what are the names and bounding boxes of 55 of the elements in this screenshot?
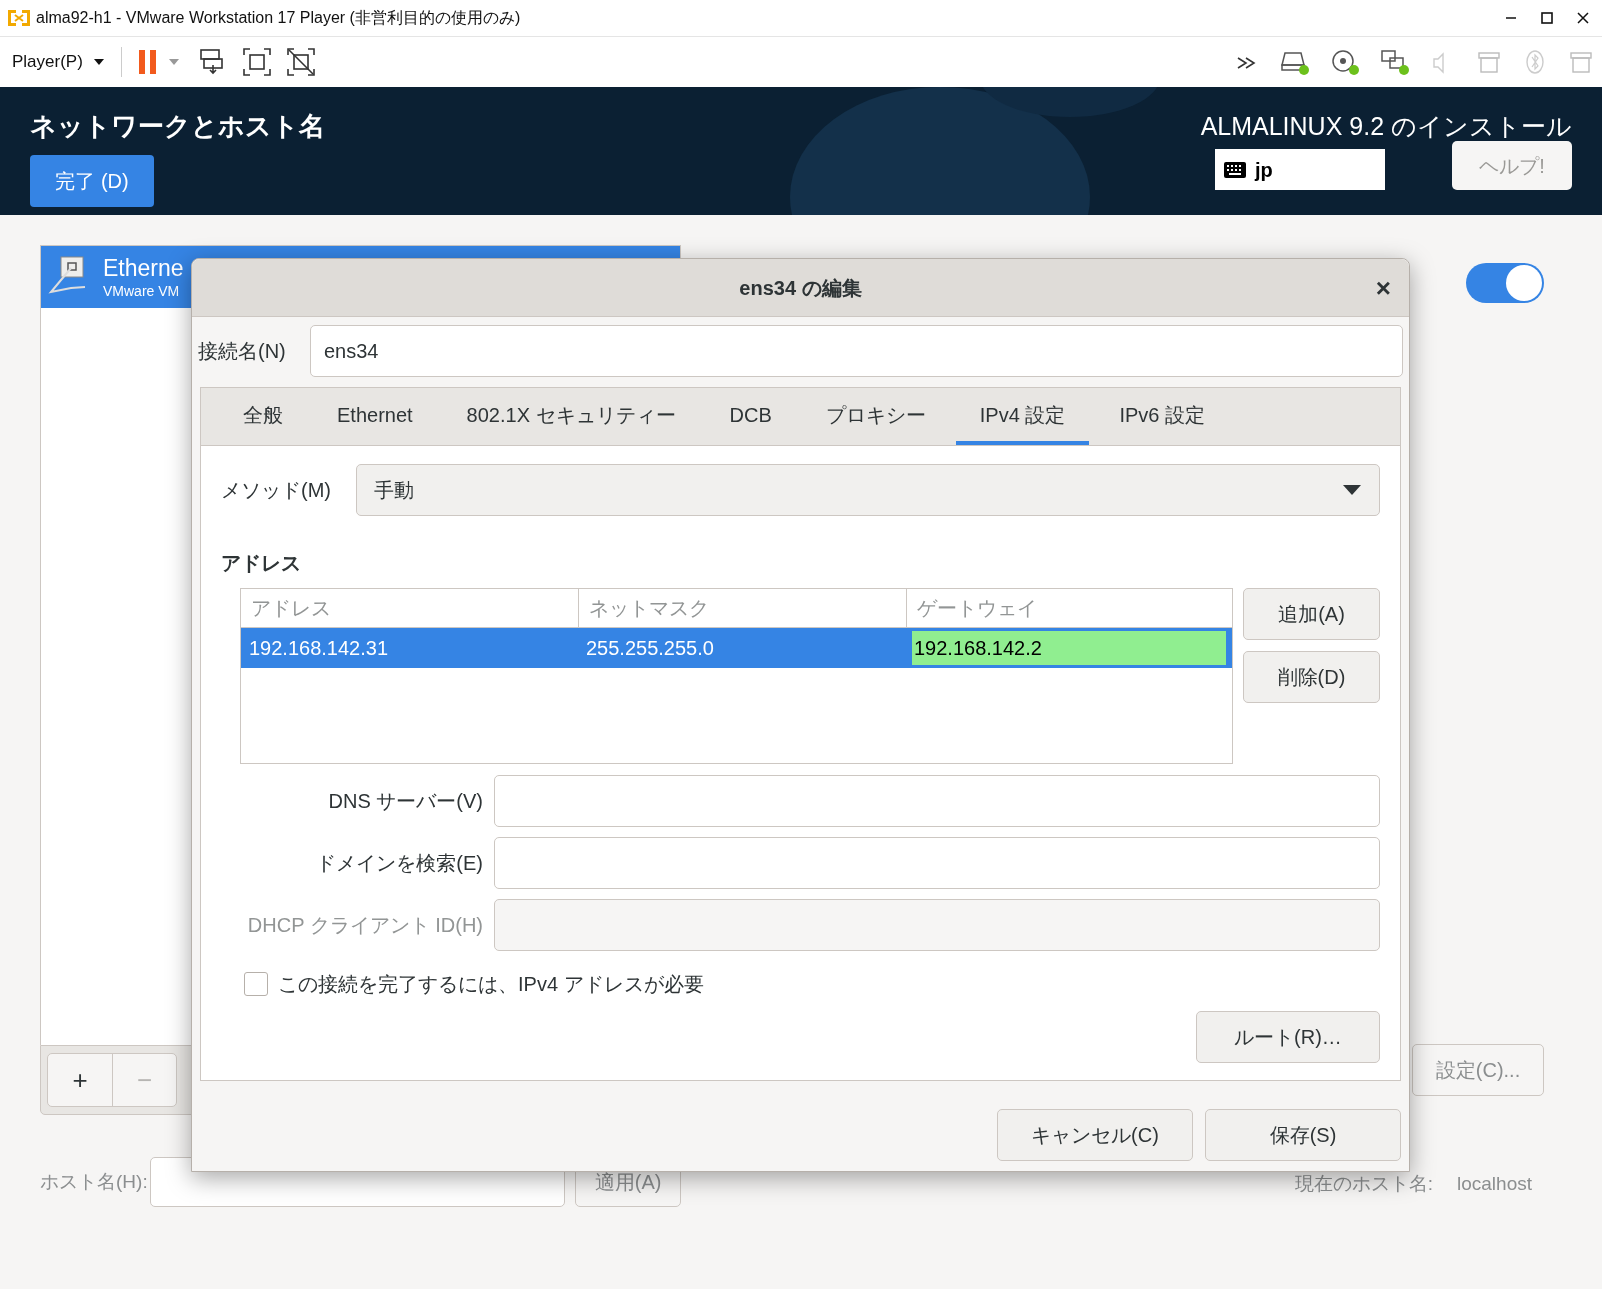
section-heading: アドレス [221, 551, 302, 576]
device-description: VMware VM [103, 283, 181, 298]
tab[interactable]: DCB [705, 388, 796, 445]
done-button[interactable]: 完了 (D) [30, 155, 154, 207]
pause-icon[interactable] [137, 48, 158, 76]
table-cell-text: 255.255.255.0 [585, 636, 715, 661]
field-label: DNS サーバー(V) [327, 789, 484, 814]
product-title: ALMALINUX 9.2 のインストール [1200, 111, 1572, 141]
close-icon[interactable] [1576, 11, 1590, 25]
input-field[interactable] [494, 899, 1380, 951]
table-row[interactable]: 192.168.142.31 255.255.255.0 192.168.142.2 [241, 628, 1232, 668]
checkbox-label: この接続を完了するには、IPv4 アドレスが必要 [278, 972, 704, 997]
page-title: ネットワークとホスト名 [30, 110, 325, 143]
tab[interactable]: プロキシー [801, 388, 950, 445]
table-cell-text: 192.168.142.31 [248, 636, 390, 661]
tab[interactable]: IPv6 設定 [1095, 388, 1229, 445]
add-address-button[interactable]: 追加(A) [1243, 588, 1380, 640]
close-button[interactable]: × [1375, 274, 1391, 301]
current-hostname: localhost [1457, 1172, 1532, 1196]
method-label: メソッド(M) [221, 478, 332, 503]
tab[interactable]: Ethernet [313, 388, 437, 445]
tab[interactable]: 802.1X セキュリティー [442, 388, 700, 445]
current-hostname-label: 現在のホスト名: [1294, 1172, 1433, 1196]
window-title: alma92-h1 - VMware Workstation 17 Player (非営利目的の使用のみ) [36, 8, 521, 28]
hostname-label: ホスト名(H): [40, 1169, 149, 1194]
keyboard-icon [1223, 160, 1247, 179]
input-field[interactable] [494, 775, 1380, 827]
add-button[interactable]: + [48, 1054, 112, 1106]
caret-icon [1342, 484, 1362, 496]
device-name: Etherne [103, 256, 184, 280]
network-adapter-icon[interactable] [1380, 48, 1410, 76]
player-menu[interactable]: Player(P) [12, 49, 105, 75]
dialog-title: ens34 の編集 [739, 275, 862, 301]
connection-name-field[interactable]: ens34 [310, 325, 1403, 377]
disc-icon[interactable] [1330, 48, 1360, 76]
maximize-icon[interactable] [1540, 11, 1554, 25]
caret-icon [92, 58, 105, 66]
field-label: DHCP クライアント ID(H) [246, 913, 484, 938]
tab[interactable]: 全般 [219, 388, 307, 445]
delete-address-button[interactable]: 削除(D) [1243, 651, 1380, 703]
method-dropdown[interactable]: 手動 [356, 464, 1380, 516]
tab[interactable]: IPv4 設定 [955, 388, 1090, 445]
save-button[interactable]: 保存(S) [1205, 1109, 1401, 1161]
connection-name-label: 接続名(N) [198, 339, 287, 364]
device-switch[interactable] [1466, 263, 1544, 303]
cell-editor[interactable]: 192.168.142.2 [912, 631, 1226, 665]
unity-icon[interactable] [285, 47, 316, 77]
field-label: ドメインを検索(E) [315, 851, 484, 876]
caret-icon[interactable] [167, 58, 180, 66]
input-field[interactable] [494, 837, 1380, 889]
fullscreen-icon[interactable] [241, 47, 272, 77]
keyboard-layout-field[interactable]: jp [1215, 149, 1385, 190]
cancel-button[interactable]: キャンセル(C) [997, 1109, 1193, 1161]
routes-button[interactable]: ルート(R)… [1196, 1011, 1380, 1063]
checkbox[interactable] [244, 972, 268, 996]
